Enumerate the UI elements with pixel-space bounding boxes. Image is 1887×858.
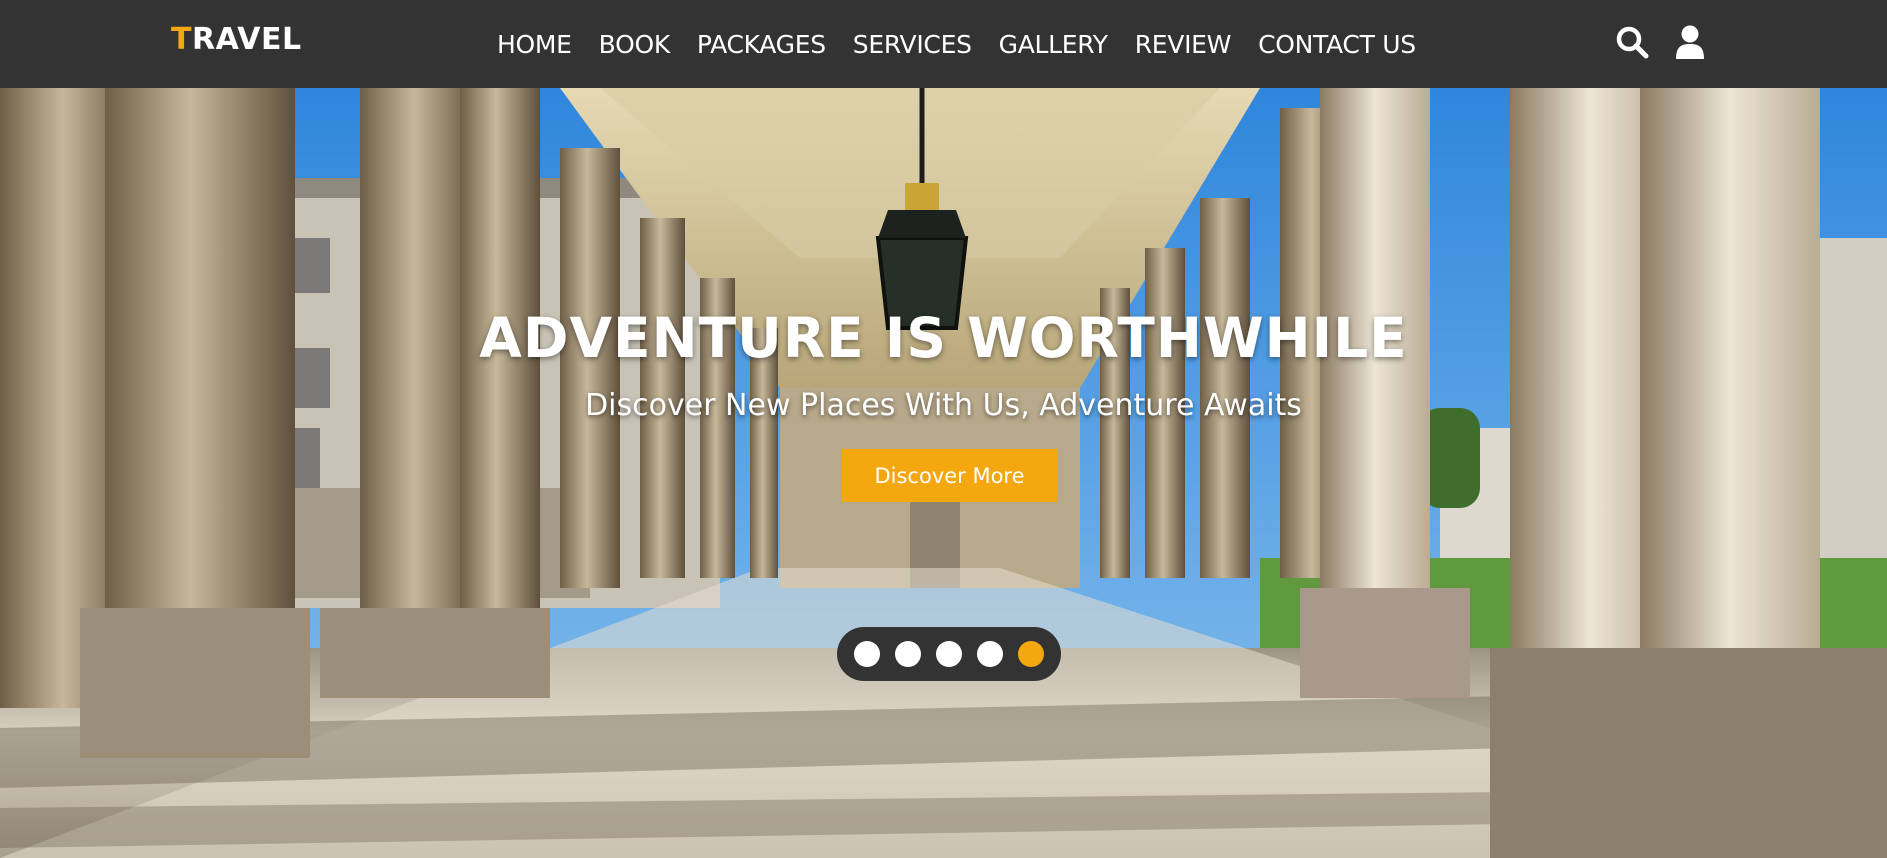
nav-review[interactable]: REVIEW bbox=[1135, 30, 1232, 59]
search-icon bbox=[1616, 26, 1649, 59]
nav-contact-us[interactable]: CONTACT US bbox=[1258, 30, 1416, 59]
travel-logo[interactable]: TRAVEL bbox=[171, 22, 302, 57]
slide-dot-3[interactable] bbox=[936, 641, 962, 667]
user-account-button[interactable] bbox=[1670, 22, 1710, 62]
hero-title: ADVENTURE IS WORTHWHILE bbox=[479, 306, 1408, 370]
hero-subtitle: Discover New Places With Us, Adventure A… bbox=[585, 388, 1302, 423]
hero-content: ADVENTURE IS WORTHWHILE Discover New Pla… bbox=[0, 88, 1887, 858]
main-nav: HOME BOOK PACKAGES SERVICES GALLERY REVI… bbox=[497, 0, 1416, 88]
nav-home[interactable]: HOME bbox=[497, 30, 572, 59]
top-navbar: TRAVEL HOME BOOK PACKAGES SERVICES GALLE… bbox=[0, 0, 1887, 88]
slide-dot-5-active[interactable] bbox=[1018, 641, 1044, 667]
slide-dot-1[interactable] bbox=[854, 641, 880, 667]
slide-dot-2[interactable] bbox=[895, 641, 921, 667]
search-button[interactable] bbox=[1612, 22, 1652, 62]
hero-banner: ADVENTURE IS WORTHWHILE Discover New Pla… bbox=[0, 88, 1887, 858]
nav-gallery[interactable]: GALLERY bbox=[999, 30, 1108, 59]
slider-pagination bbox=[837, 627, 1061, 681]
user-icon bbox=[1676, 25, 1704, 59]
nav-packages[interactable]: PACKAGES bbox=[697, 30, 826, 59]
slide-dot-4[interactable] bbox=[977, 641, 1003, 667]
nav-book[interactable]: BOOK bbox=[599, 30, 671, 59]
nav-services[interactable]: SERVICES bbox=[853, 30, 972, 59]
discover-more-button[interactable]: Discover More bbox=[842, 449, 1057, 502]
